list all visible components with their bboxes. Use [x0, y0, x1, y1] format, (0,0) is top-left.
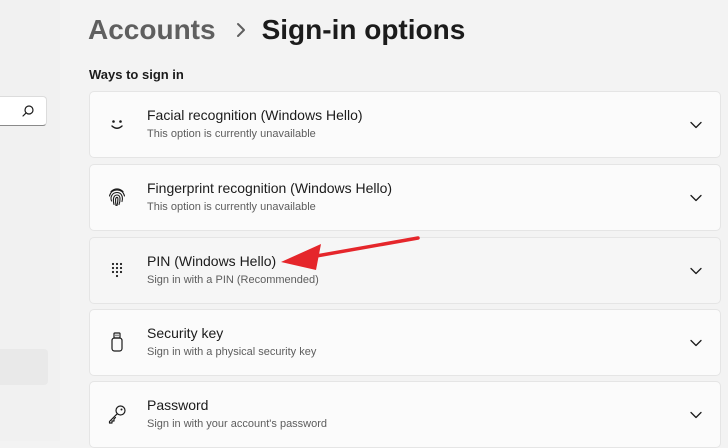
- chevron-down-icon[interactable]: [689, 336, 703, 350]
- option-subtitle: Sign in with your account's password: [147, 418, 328, 430]
- key-icon: [108, 405, 126, 424]
- face-icon: [111, 120, 123, 129]
- option-fingerprint-recognition[interactable]: Fingerprint recognition (Windows Hello) …: [89, 164, 721, 231]
- chevron-down-icon[interactable]: [689, 191, 703, 205]
- chevron-right-icon: [236, 23, 245, 37]
- page-title: Sign-in options: [261, 14, 466, 45]
- option-subtitle: This option is currently unavailable: [147, 128, 316, 140]
- option-title: Fingerprint recognition (Windows Hello): [147, 180, 393, 196]
- option-password[interactable]: Password Sign in with your account's pas…: [89, 381, 721, 448]
- chevron-down-icon[interactable]: [689, 118, 703, 132]
- option-subtitle: Sign in with a physical security key: [147, 346, 317, 358]
- section-title: Ways to sign in: [89, 67, 184, 82]
- chevron-down-icon[interactable]: [689, 408, 703, 422]
- option-pin[interactable]: PIN (Windows Hello) Sign in with a PIN (…: [89, 237, 721, 304]
- sidebar-item-selected[interactable]: [0, 349, 48, 385]
- search-icon: [22, 105, 34, 117]
- fingerprint-icon: [108, 188, 126, 207]
- option-title: Password: [147, 397, 209, 413]
- breadcrumb: Accounts Sign-in options: [88, 10, 465, 50]
- breadcrumb-accounts[interactable]: Accounts: [88, 14, 216, 46]
- option-facial-recognition[interactable]: Facial recognition (Windows Hello) This …: [89, 91, 721, 158]
- chevron-down-icon[interactable]: [689, 264, 703, 278]
- search-input[interactable]: [0, 96, 47, 126]
- option-title: Facial recognition (Windows Hello): [147, 107, 363, 123]
- pin-keypad-icon: [111, 262, 123, 278]
- option-security-key[interactable]: Security key Sign in with a physical sec…: [89, 309, 721, 376]
- option-title: PIN (Windows Hello): [147, 253, 277, 269]
- option-subtitle: This option is currently unavailable: [147, 201, 316, 213]
- option-subtitle: Sign in with a PIN (Recommended): [147, 274, 319, 286]
- usb-key-icon: [111, 332, 123, 352]
- option-title: Security key: [147, 325, 224, 341]
- sidebar: [0, 0, 60, 441]
